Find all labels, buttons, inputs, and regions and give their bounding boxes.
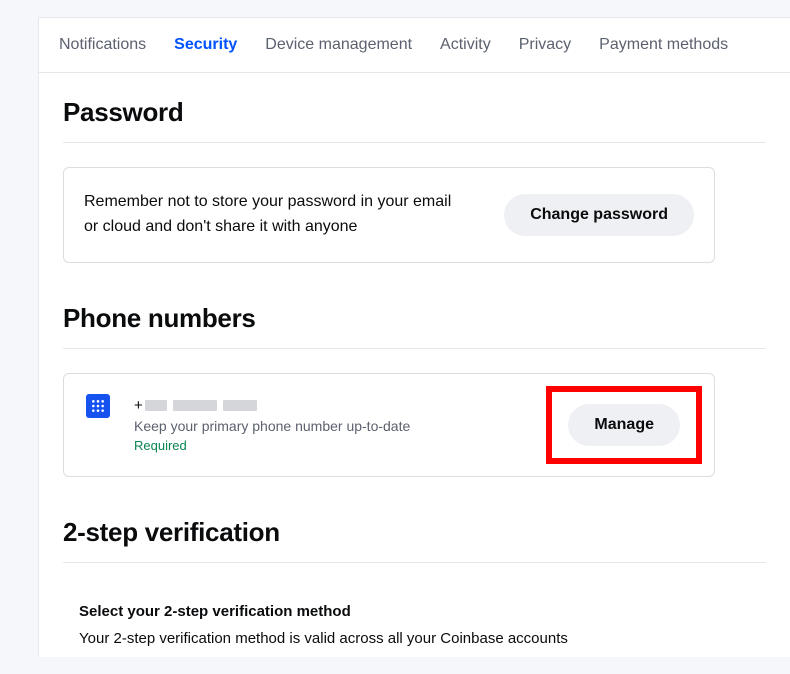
phone-prefix: + [134, 397, 143, 414]
change-password-button[interactable]: Change password [504, 194, 694, 236]
tab-security[interactable]: Security [174, 36, 237, 54]
password-description: Remember not to store your password in y… [84, 190, 464, 240]
keypad-icon [86, 394, 110, 418]
tab-notifications[interactable]: Notifications [59, 36, 146, 54]
divider [63, 348, 766, 349]
twostep-description: Your 2-step verification method is valid… [79, 630, 766, 647]
divider [63, 142, 766, 143]
manage-phone-button[interactable]: Manage [568, 404, 680, 446]
phone-info: + Keep your primary phone number up-to-d… [134, 397, 554, 453]
tab-activity[interactable]: Activity [440, 36, 491, 54]
redacted-block [223, 400, 257, 411]
tab-payment-methods[interactable]: Payment methods [599, 36, 728, 54]
tab-privacy[interactable]: Privacy [519, 36, 571, 54]
twostep-content: Select your 2-step verification method Y… [63, 603, 766, 647]
password-card: Remember not to store your password in y… [63, 167, 715, 263]
content-area: Password Remember not to store your pass… [39, 73, 790, 647]
phone-card: + Keep your primary phone number up-to-d… [63, 373, 715, 477]
twostep-subtitle: Select your 2-step verification method [79, 603, 766, 620]
tab-device-management[interactable]: Device management [265, 36, 412, 54]
redacted-block [173, 400, 217, 411]
password-section-title: Password [63, 97, 766, 128]
settings-page: Notifications Security Device management… [38, 17, 790, 657]
manage-highlight-wrapper: Manage [554, 392, 694, 458]
tabs-nav: Notifications Security Device management… [39, 18, 790, 73]
twostep-section-title: 2-step verification [63, 517, 766, 548]
required-tag: Required [134, 438, 554, 453]
phone-subtext: Keep your primary phone number up-to-dat… [134, 418, 554, 434]
divider [63, 562, 766, 563]
redacted-block [145, 400, 167, 411]
phone-number: + [134, 397, 554, 414]
phone-section-title: Phone numbers [63, 303, 766, 334]
